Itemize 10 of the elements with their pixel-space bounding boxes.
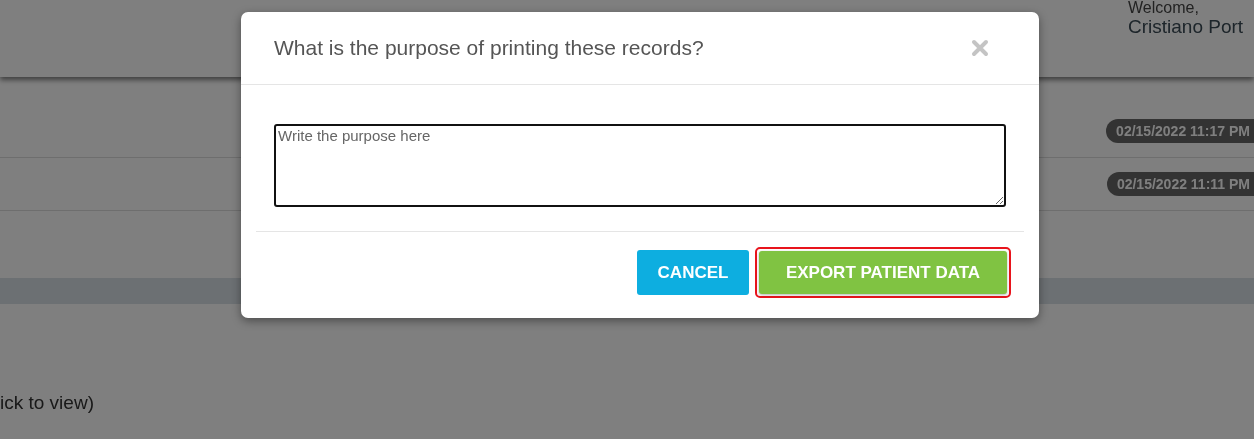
user-name: Cristiano Port xyxy=(1128,16,1245,38)
dialog-title: What is the purpose of printing these records? xyxy=(274,36,704,60)
view-link[interactable]: ick to view) xyxy=(0,392,94,413)
cancel-button[interactable]: CANCEL xyxy=(637,250,749,295)
close-button[interactable] xyxy=(971,39,989,57)
timestamp-badge: 02/15/2022 11:11 PM xyxy=(1106,172,1254,196)
timestamp-badge: 02/15/2022 11:17 PM xyxy=(1106,119,1254,143)
close-icon xyxy=(971,39,989,57)
purpose-field[interactable]: Write the purpose here xyxy=(274,124,1006,207)
welcome-text: Welcome, xyxy=(1128,0,1200,16)
